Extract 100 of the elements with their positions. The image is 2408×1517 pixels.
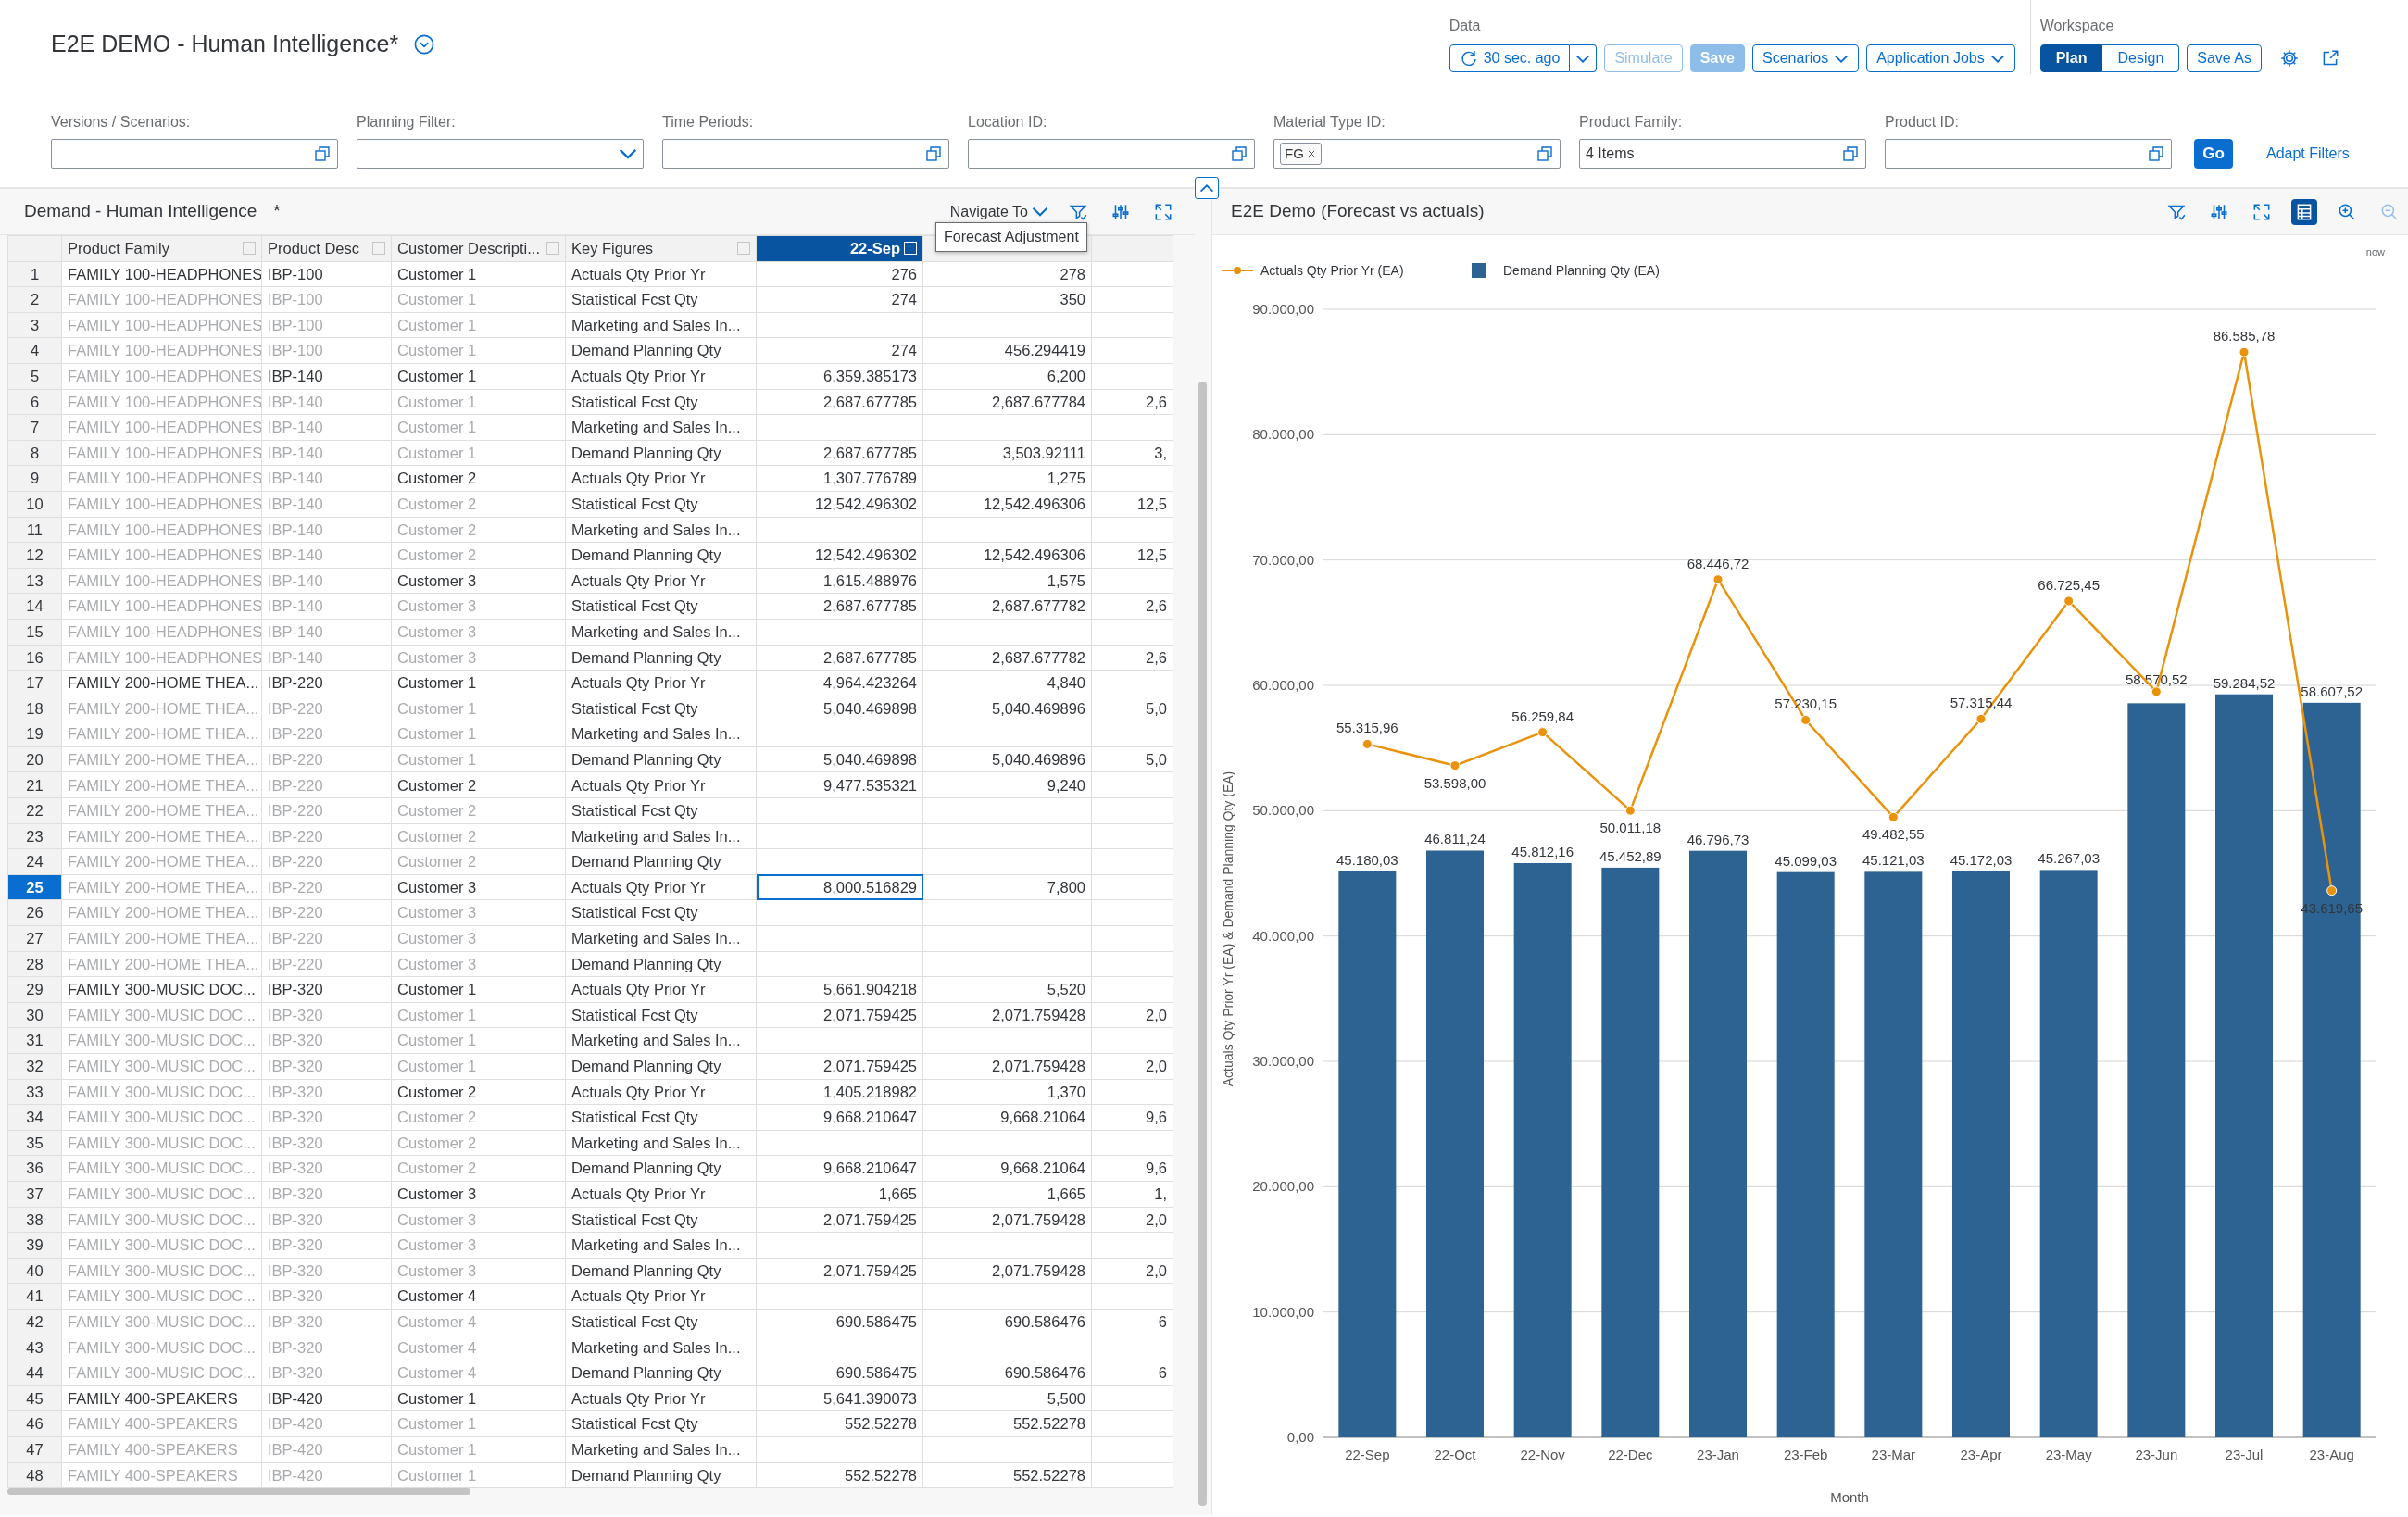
filter-field[interactable]: FG xyxy=(1273,139,1561,169)
table-cell[interactable]: 3, xyxy=(1091,440,1173,466)
table-cell[interactable]: 2,071.759428 xyxy=(922,1207,1092,1233)
bar[interactable] xyxy=(1776,871,1835,1437)
table-cell[interactable]: 12,542.496302 xyxy=(756,542,923,569)
filter-field[interactable] xyxy=(1885,139,2172,169)
data-point[interactable] xyxy=(1712,574,1724,585)
table-cell[interactable]: 2,0 xyxy=(1091,1258,1173,1284)
table-cell[interactable]: 1,405.218982 xyxy=(756,1079,923,1105)
data-point[interactable] xyxy=(1888,811,1899,822)
row-number[interactable]: 2 xyxy=(7,286,62,313)
bar[interactable] xyxy=(2302,702,2361,1437)
table-cell[interactable]: 2,071.759425 xyxy=(756,1053,923,1080)
row-number[interactable]: 33 xyxy=(7,1079,62,1105)
table-cell[interactable]: 4,840 xyxy=(922,670,1092,696)
row-number[interactable]: 4 xyxy=(7,337,62,364)
row-number[interactable]: 23 xyxy=(7,823,62,849)
go-button[interactable]: Go xyxy=(2194,139,2233,169)
table-cell[interactable]: 2,687.677785 xyxy=(756,389,923,415)
bar[interactable] xyxy=(1513,863,1572,1437)
table-cell[interactable]: 5,040.469896 xyxy=(922,696,1092,721)
row-number[interactable]: 40 xyxy=(7,1258,62,1284)
table-cell[interactable]: 3,503.92111 xyxy=(922,440,1092,466)
data-point[interactable] xyxy=(2326,885,2338,896)
row-number[interactable]: 32 xyxy=(7,1053,62,1080)
row-number[interactable]: 42 xyxy=(7,1309,62,1335)
dropdown-field[interactable] xyxy=(357,139,644,169)
table-cell[interactable]: 2,687.677782 xyxy=(922,645,1092,671)
table-cell[interactable]: 12,5 xyxy=(1091,542,1173,569)
row-number[interactable]: 43 xyxy=(7,1335,62,1360)
table-cell[interactable]: 690.586475 xyxy=(756,1360,923,1386)
collapse-header-button[interactable] xyxy=(1195,177,1219,199)
table-cell[interactable]: 9,477.535321 xyxy=(756,771,923,798)
filter-token[interactable]: FG xyxy=(1280,142,1322,166)
mode-tab[interactable]: Design xyxy=(2102,44,2180,72)
row-number[interactable]: 39 xyxy=(7,1232,62,1259)
table-cell[interactable]: 9,6 xyxy=(1091,1155,1173,1182)
table-cell[interactable]: 6,359.385173 xyxy=(756,363,923,390)
row-number[interactable]: 47 xyxy=(7,1436,62,1462)
table-cell[interactable]: 5,520 xyxy=(922,976,1092,1003)
data-point[interactable] xyxy=(1361,738,1373,749)
table-cell[interactable]: 9,6 xyxy=(1091,1104,1173,1131)
row-number[interactable]: 7 xyxy=(7,414,62,441)
bar[interactable] xyxy=(1864,871,1923,1437)
table-cell[interactable]: 5,0 xyxy=(1091,696,1173,721)
table-cell[interactable]: 2,071.759428 xyxy=(922,1258,1092,1284)
row-number[interactable]: 41 xyxy=(7,1283,62,1310)
bar[interactable] xyxy=(2039,870,2098,1437)
data-point[interactable] xyxy=(1449,760,1461,771)
row-number[interactable]: 5 xyxy=(7,363,62,390)
row-number[interactable]: 1 xyxy=(7,261,62,287)
data-point[interactable] xyxy=(2063,596,2075,607)
data-point[interactable] xyxy=(1624,805,1636,816)
table-cell[interactable]: 5,641.390073 xyxy=(756,1385,923,1411)
save-as-button[interactable]: Save As xyxy=(2187,44,2262,72)
row-number[interactable]: 46 xyxy=(7,1410,62,1437)
table-cell[interactable]: 2,6 xyxy=(1091,389,1173,415)
table-cell[interactable]: 4,964.423264 xyxy=(756,670,923,696)
row-number[interactable]: 44 xyxy=(7,1360,62,1386)
table-cell[interactable]: 552.52278 xyxy=(756,1410,923,1437)
table-cell[interactable]: 2,0 xyxy=(1091,1053,1173,1080)
table-cell[interactable]: 2,687.677785 xyxy=(756,593,923,620)
table-cell[interactable]: 1,275 xyxy=(922,465,1092,492)
row-number[interactable]: 13 xyxy=(7,568,62,594)
table-cell[interactable]: 1,370 xyxy=(922,1079,1092,1105)
table-cell[interactable]: 9,668.210647 xyxy=(756,1155,923,1182)
table-cell[interactable]: 8,000.516829 xyxy=(756,874,923,900)
table-cell[interactable]: 2,0 xyxy=(1091,1002,1173,1028)
table-cell[interactable]: 2,071.759425 xyxy=(756,1002,923,1028)
row-number[interactable]: 30 xyxy=(7,1002,62,1028)
table-cell[interactable]: 2,687.677782 xyxy=(922,593,1092,620)
table-cell[interactable]: 274 xyxy=(756,337,923,364)
row-number[interactable]: 6 xyxy=(7,389,62,415)
row-number[interactable]: 27 xyxy=(7,925,62,952)
table-cell[interactable]: 5,040.469896 xyxy=(922,746,1092,772)
row-number[interactable]: 17 xyxy=(7,670,62,696)
scrollbar[interactable] xyxy=(7,1488,470,1496)
row-number[interactable]: 8 xyxy=(7,440,62,466)
table-cell[interactable]: 5,500 xyxy=(922,1385,1092,1411)
data-point[interactable] xyxy=(1537,727,1549,738)
filter-field[interactable] xyxy=(968,139,1255,169)
row-number[interactable]: 9 xyxy=(7,465,62,492)
row-number[interactable]: 35 xyxy=(7,1130,62,1156)
column-header[interactable]: Product Family xyxy=(61,235,262,262)
row-number[interactable]: 25 xyxy=(7,874,62,900)
table-cell[interactable]: 2,071.759428 xyxy=(922,1002,1092,1028)
table-cell[interactable]: 1,307.776789 xyxy=(756,465,923,492)
table-cell[interactable]: 274 xyxy=(756,286,923,313)
toolbar-button[interactable]: Application Jobs xyxy=(1866,44,2015,72)
row-number[interactable]: 29 xyxy=(7,976,62,1003)
table-cell[interactable]: 690.586476 xyxy=(922,1309,1092,1335)
row-number[interactable]: 31 xyxy=(7,1027,62,1054)
row-number[interactable]: 34 xyxy=(7,1104,62,1131)
refresh-menu-button[interactable] xyxy=(1570,44,1598,72)
table-cell[interactable]: 2,071.759428 xyxy=(922,1053,1092,1080)
table-cell[interactable]: 9,668.21064 xyxy=(922,1104,1092,1131)
table-cell[interactable]: 12,542.496306 xyxy=(922,542,1092,569)
table-cell[interactable]: 690.586476 xyxy=(922,1360,1092,1386)
table-cell[interactable]: 6 xyxy=(1091,1360,1173,1386)
row-number[interactable]: 15 xyxy=(7,619,62,645)
